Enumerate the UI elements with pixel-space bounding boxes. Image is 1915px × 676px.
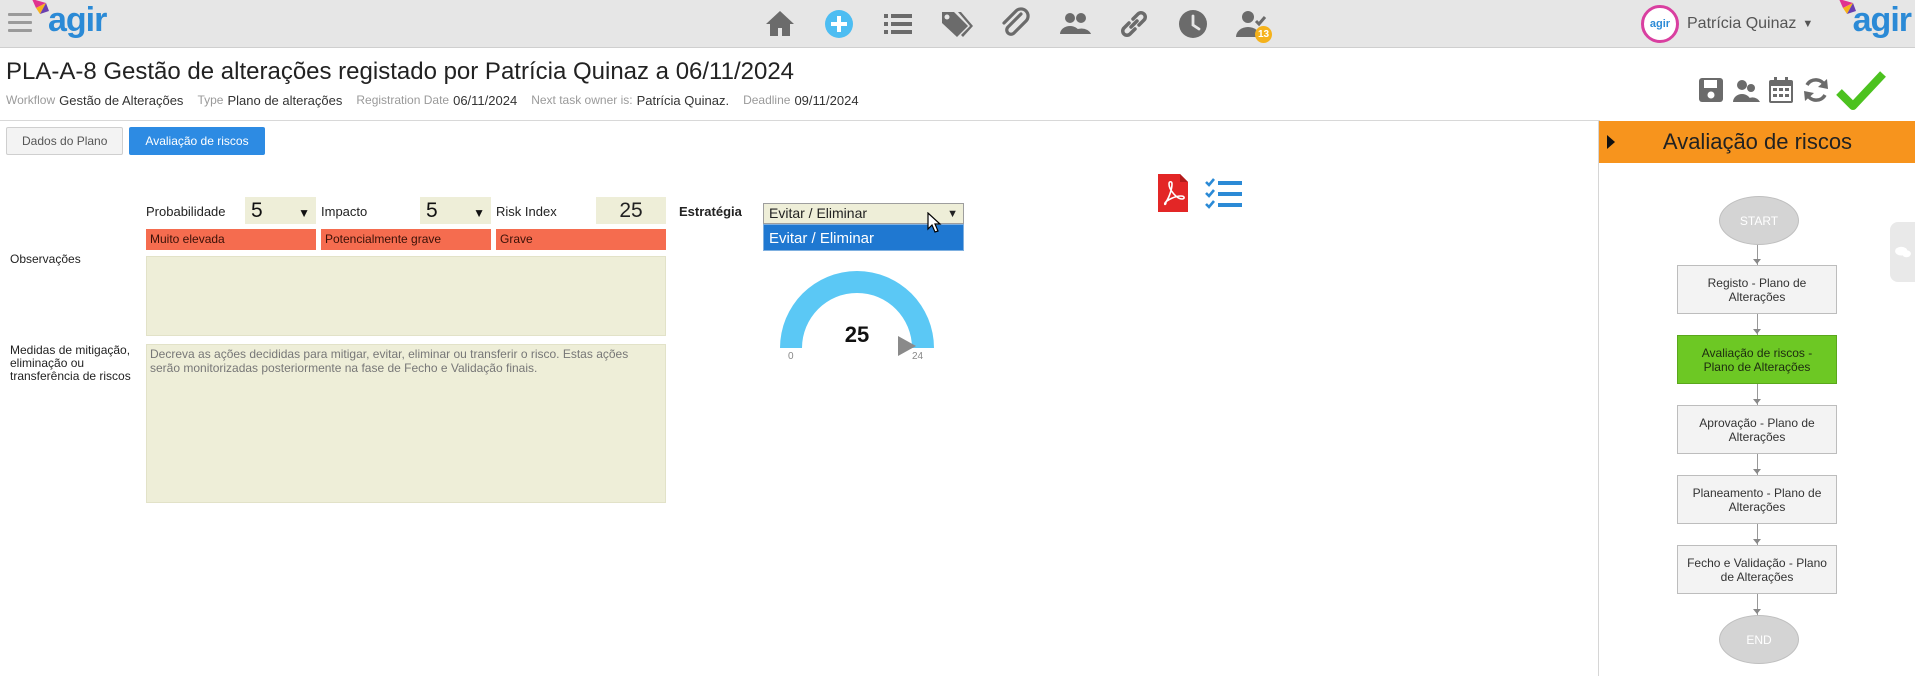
top-bar: agir 13 agir Patrícia Quinaz ▼ agir [0,0,1915,48]
type-label: Type [197,93,224,107]
chat-tab[interactable] [1890,222,1915,282]
checkmark-icon[interactable] [1834,71,1888,110]
header-divider [0,120,1600,121]
tab-avaliacao-de-riscos[interactable]: Avaliação de riscos [129,127,265,155]
logo-text: agir [1852,1,1912,39]
impacto-label: Impacto [321,204,368,219]
deadline-value: 09/11/2024 [794,93,859,108]
medidas-label: Medidas de mitigação, eliminação ou tran… [10,343,131,383]
arrow-down-icon [1753,329,1761,334]
tags-icon[interactable] [937,4,977,44]
registration-date-value: 06/11/2024 [453,93,518,108]
arrow-down-icon [1753,539,1761,544]
users-icon[interactable] [1055,4,1095,44]
next-owner-value: Patrícia Quinaz. [636,93,730,108]
checklist-icon[interactable] [1204,177,1244,211]
workflow-panel: Avaliação de riscos START Registo - Plan… [1598,121,1915,676]
workflow-label: Workflow [6,93,56,107]
medidas-placeholder: Decreva as ações decididas para mitigar,… [150,347,629,375]
list-icon[interactable] [878,4,918,44]
probabilidade-label: Probabilidade [146,204,226,219]
refresh-icon[interactable] [1799,73,1833,107]
main-nav: 13 [760,4,1291,44]
risk-index-value: 25 [596,197,666,224]
user-name: Patrícia Quinaz [1687,15,1797,32]
registration-date-label: Registration Date [356,93,450,107]
agir-logo-right: agir [1839,0,1912,40]
workflow-value: Gestão de Alterações [59,93,184,108]
estrategia-label: Estratégia [679,204,742,219]
next-owner-label: Next task owner is: [531,93,633,107]
workflow-step-aprovacao[interactable]: Aprovação - Plano de Alterações [1677,405,1837,454]
avatar: agir [1641,5,1679,43]
agir-logo[interactable]: agir [32,0,107,40]
observacoes-label: Observações [10,252,81,266]
probabilidade-tag: Muito elevada [146,229,316,250]
workflow-step-fecho[interactable]: Fecho e Validação - Plano de Alterações [1677,545,1837,594]
workflow-step-planeamento[interactable]: Planeamento - Plano de Alterações [1677,475,1837,524]
chat-bubbles-icon [1894,246,1911,258]
save-icon[interactable] [1694,73,1728,107]
impacto-value: 5 [426,199,438,222]
record-actions [1694,66,1889,114]
type-value: Plano de alterações [227,93,343,108]
impacto-tag: Potencialmente grave [321,229,491,250]
probabilidade-value: 5 [251,199,263,222]
estrategia-value: Evitar / Eliminar [769,205,868,221]
chevron-down-icon: ▼ [473,206,485,220]
observacoes-textarea[interactable] [146,256,666,336]
deadline-label: Deadline [743,93,791,107]
risk-index-label: Risk Index [496,204,557,219]
notification-badge: 13 [1255,26,1272,43]
page-title: PLA-A-8 Gestão de alterações registado p… [6,58,795,85]
clock-icon[interactable] [1173,4,1213,44]
user-check-icon[interactable]: 13 [1232,4,1272,44]
record-meta: Workflow Gestão de Alterações Type Plano… [6,93,873,108]
tab-dados-do-plano[interactable]: Dados do Plano [6,127,124,155]
users-group-icon[interactable] [1729,73,1763,107]
workflow-start: START [1719,196,1799,245]
link-icon[interactable] [1114,4,1154,44]
workflow-panel-header[interactable]: Avaliação de riscos [1599,121,1915,163]
calendar-icon[interactable] [1764,73,1798,107]
risk-index-tag: Grave [496,229,666,250]
paperclip-icon[interactable] [996,4,1036,44]
probabilidade-select[interactable]: 5 ▼ [245,197,316,224]
workflow-panel-title: Avaliação de riscos [1662,129,1853,154]
workflow-step-avaliacao[interactable]: Avaliação de riscos - Plano de Alteraçõe… [1677,335,1837,384]
add-circle-icon[interactable] [819,4,859,44]
home-icon[interactable] [760,4,800,44]
user-menu[interactable]: agir Patrícia Quinaz ▼ [1641,4,1813,44]
gauge-value: 25 [844,322,870,347]
chevron-down-icon: ▼ [947,208,958,220]
arrow-down-icon [1753,399,1761,404]
arrow-down-icon [1753,609,1761,614]
workflow-end: END [1719,615,1799,664]
mouse-cursor-icon [927,212,942,233]
chevron-down-icon: ▼ [298,206,310,220]
arrow-down-icon [1753,469,1761,474]
chevron-down-icon: ▼ [1802,18,1814,30]
logo-text: agir [48,1,107,39]
impacto-select[interactable]: 5 ▼ [420,197,491,224]
tab-bar: Dados do Plano Avaliação de riscos [6,127,271,155]
gauge-min: 0 [788,351,794,362]
pdf-icon[interactable] [1158,174,1188,212]
gauge-max: 24 [912,351,924,362]
workflow-step-registo[interactable]: Registo - Plano de Alterações [1677,265,1837,314]
hamburger-menu-icon[interactable] [8,13,32,33]
arrow-down-icon [1753,259,1761,264]
